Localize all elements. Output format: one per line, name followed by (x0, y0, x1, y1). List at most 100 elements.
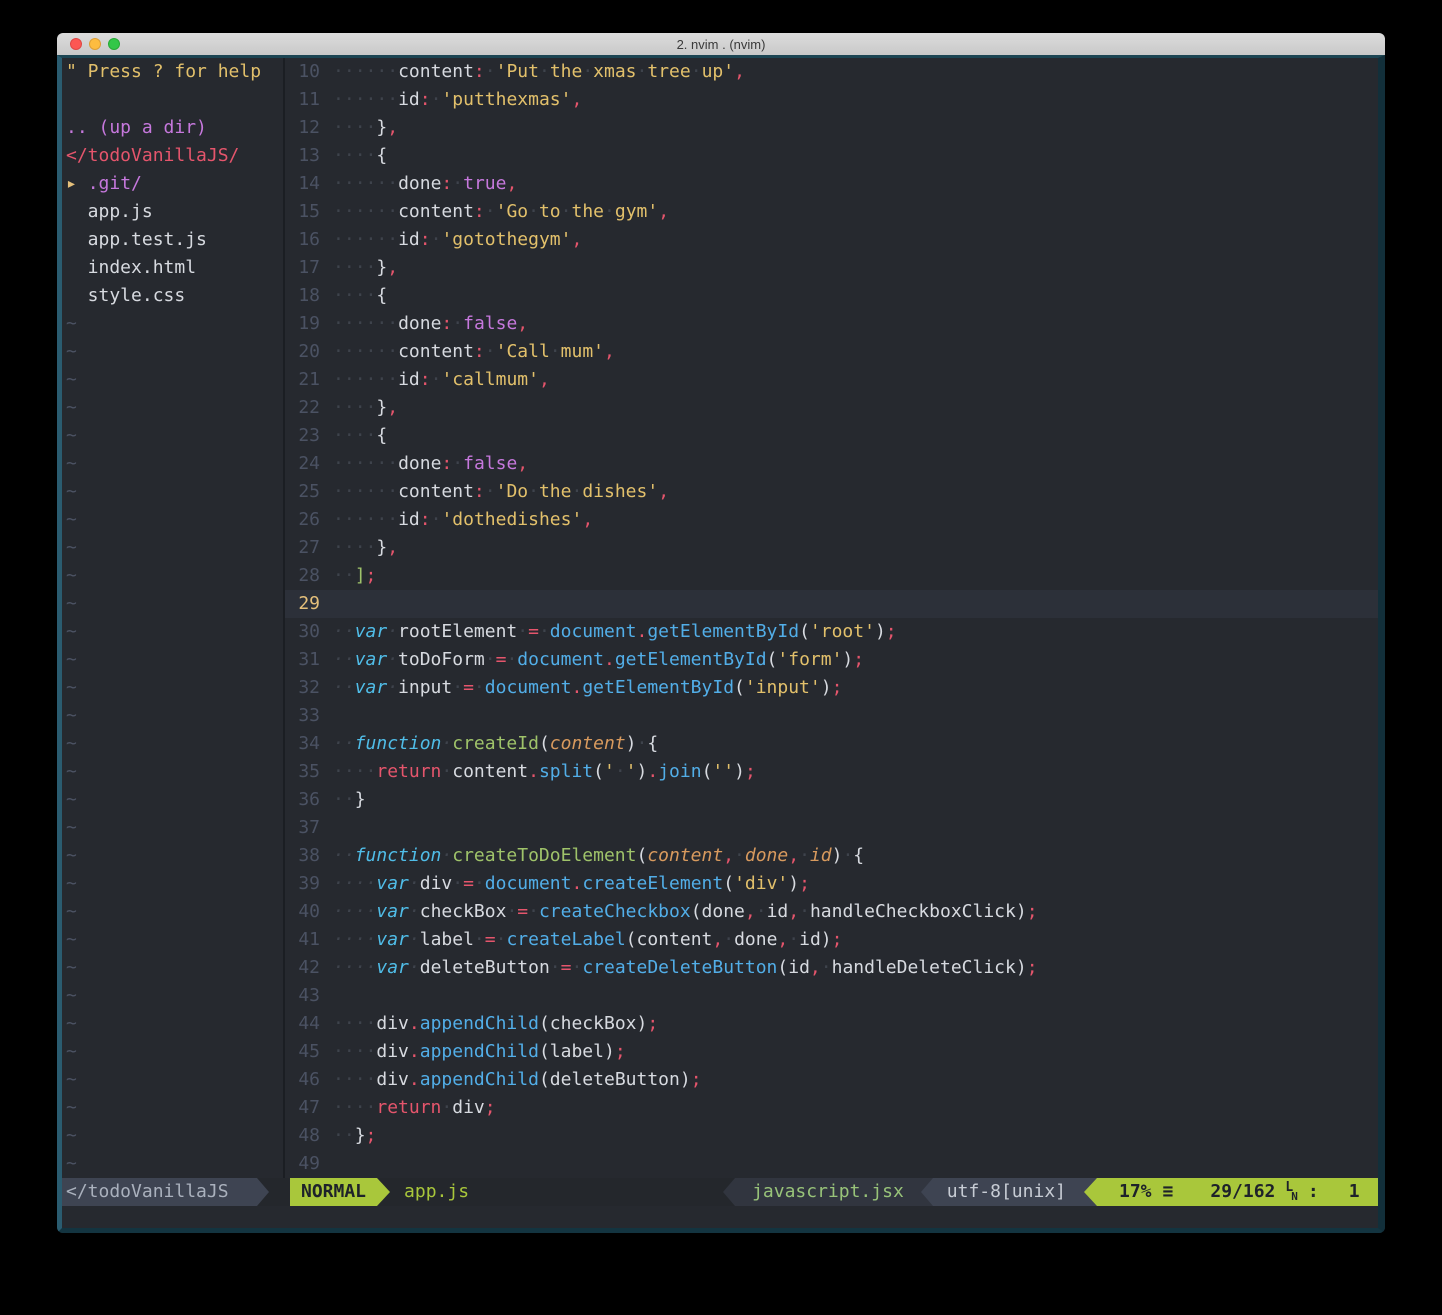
code-text: ······content:·'Go·to·the·gym', (333, 198, 669, 226)
code-line[interactable]: 42····var·deleteButton·=·createDeleteBut… (285, 954, 1378, 982)
code-line[interactable]: 45····div.appendChild(label); (285, 1038, 1378, 1066)
code-line[interactable]: 28··]; (285, 562, 1378, 590)
code-line[interactable]: 38··function·createToDoElement(content,·… (285, 842, 1378, 870)
window-controls (70, 38, 120, 50)
code-line[interactable]: 20······content:·'Call·mum', (285, 338, 1378, 366)
code-text: ······id:·'putthexmas', (333, 86, 582, 114)
code-line[interactable]: 27····}, (285, 534, 1378, 562)
line-number: 22 (285, 394, 333, 422)
tree-item[interactable]: app.test.js (66, 226, 283, 254)
tree-item[interactable]: ▸ .git/ (66, 170, 283, 198)
code-line[interactable]: 39····var·div·=·document.createElement('… (285, 870, 1378, 898)
line-number: 31 (285, 646, 333, 674)
command-line[interactable] (62, 1206, 1378, 1228)
code-text: ····var·checkBox·=·createCheckbox(done,·… (333, 898, 1038, 926)
nerdtree-sidebar[interactable]: " Press ? for help .. (up a dir)</todoVa… (62, 58, 283, 1178)
code-line[interactable]: 26······id:·'dothedishes', (285, 506, 1378, 534)
code-line[interactable]: 24······done:·false, (285, 450, 1378, 478)
code-line[interactable]: 41····var·label·=·createLabel(content,·d… (285, 926, 1378, 954)
tree-item[interactable]: .. (up a dir) (66, 114, 283, 142)
empty-line-tilde: ~ (66, 590, 283, 618)
code-text: ····}, (333, 394, 398, 422)
tree-item[interactable]: app.js (66, 198, 283, 226)
code-line[interactable]: 48··}; (285, 1122, 1378, 1150)
close-button[interactable] (70, 38, 82, 50)
code-text: ····var·label·=·createLabel(content,·don… (333, 926, 842, 954)
line-number: 26 (285, 506, 333, 534)
code-text: ··function·createId(content)·{ (333, 730, 658, 758)
code-line[interactable]: 21······id:·'callmum', (285, 366, 1378, 394)
code-line[interactable]: 29 (285, 590, 1378, 618)
minimize-button[interactable] (89, 38, 101, 50)
tree-item[interactable]: style.css (66, 282, 283, 310)
code-line[interactable]: 40····var·checkBox·=·createCheckbox(done… (285, 898, 1378, 926)
code-line[interactable]: 12····}, (285, 114, 1378, 142)
line-number: 14 (285, 170, 333, 198)
code-text: ······done:·false, (333, 310, 528, 338)
line-number: 21 (285, 366, 333, 394)
code-text: ······content:·'Call·mum', (333, 338, 615, 366)
code-line[interactable]: 32··var·input·=·document.getElementById(… (285, 674, 1378, 702)
tree-item[interactable]: " Press ? for help (66, 58, 283, 86)
empty-line-tilde: ~ (66, 1150, 283, 1178)
code-line[interactable]: 33 (285, 702, 1378, 730)
code-text: ······done:·false, (333, 450, 528, 478)
code-line[interactable]: 11······id:·'putthexmas', (285, 86, 1378, 114)
code-line[interactable]: 35····return·content.split('·').join('')… (285, 758, 1378, 786)
terminal-window: 2. nvim . (nvim) " Press ? for help .. (… (57, 33, 1385, 1233)
code-line[interactable]: 46····div.appendChild(deleteButton); (285, 1066, 1378, 1094)
powerline-arrow-icon (257, 1178, 269, 1206)
code-text: ····{ (333, 142, 387, 170)
menu-lines-icon: ≡ (1163, 1178, 1174, 1206)
terminal-content: " Press ? for help .. (up a dir)</todoVa… (57, 55, 1385, 1233)
line-number: 17 (285, 254, 333, 282)
code-text: ······content:·'Put·the·xmas·tree·up', (333, 58, 745, 86)
line-number: 28 (285, 562, 333, 590)
code-line[interactable]: 49 (285, 1150, 1378, 1178)
empty-line-tilde: ~ (66, 562, 283, 590)
code-line[interactable]: 13····{ (285, 142, 1378, 170)
code-line[interactable]: 10······content:·'Put·the·xmas·tree·up', (285, 58, 1378, 86)
empty-line-tilde: ~ (66, 366, 283, 394)
line-number: 10 (285, 58, 333, 86)
zoom-button[interactable] (108, 38, 120, 50)
code-line[interactable]: 19······done:·false, (285, 310, 1378, 338)
code-line[interactable]: 22····}, (285, 394, 1378, 422)
code-line[interactable]: 16······id:·'gotothegym', (285, 226, 1378, 254)
window-title: 2. nvim . (nvim) (677, 37, 766, 52)
line-number: 38 (285, 842, 333, 870)
code-line[interactable]: 37 (285, 814, 1378, 842)
code-line[interactable]: 34··function·createId(content)·{ (285, 730, 1378, 758)
powerline-arrow-icon (921, 1178, 933, 1206)
code-line[interactable]: 15······content:·'Go·to·the·gym', (285, 198, 1378, 226)
statusline-spacer (469, 1178, 723, 1206)
code-text: ····{ (333, 422, 387, 450)
code-line[interactable]: 43 (285, 982, 1378, 1010)
code-line[interactable]: 18····{ (285, 282, 1378, 310)
tree-item[interactable]: </todoVanillaJS/ (66, 142, 283, 170)
filetype-segment: javascript.jsx (735, 1178, 921, 1206)
line-number: 25 (285, 478, 333, 506)
code-line[interactable]: 14······done:·true, (285, 170, 1378, 198)
code-line[interactable]: 17····}, (285, 254, 1378, 282)
line-number: 23 (285, 422, 333, 450)
code-line[interactable]: 23····{ (285, 422, 1378, 450)
line-number: 29 (285, 590, 333, 618)
tree-item[interactable]: index.html (66, 254, 283, 282)
empty-line-tilde: ~ (66, 730, 283, 758)
code-text: ····return·content.split('·').join(''); (333, 758, 756, 786)
code-line[interactable]: 36··} (285, 786, 1378, 814)
code-text: ····div.appendChild(label); (333, 1038, 626, 1066)
code-line[interactable]: 31··var·toDoForm·=·document.getElementBy… (285, 646, 1378, 674)
code-line[interactable]: 30··var·rootElement·=·document.getElemen… (285, 618, 1378, 646)
window-titlebar[interactable]: 2. nvim . (nvim) (57, 33, 1385, 55)
editor-pane[interactable]: 10······content:·'Put·the·xmas·tree·up',… (285, 58, 1378, 1178)
code-line[interactable]: 44····div.appendChild(checkBox); (285, 1010, 1378, 1038)
tree-item[interactable] (66, 86, 283, 114)
empty-line-tilde: ~ (66, 422, 283, 450)
empty-line-tilde: ~ (66, 478, 283, 506)
line-number: 39 (285, 870, 333, 898)
code-line[interactable]: 25······content:·'Do·the·dishes', (285, 478, 1378, 506)
code-line[interactable]: 47····return·div; (285, 1094, 1378, 1122)
empty-line-tilde: ~ (66, 1122, 283, 1150)
